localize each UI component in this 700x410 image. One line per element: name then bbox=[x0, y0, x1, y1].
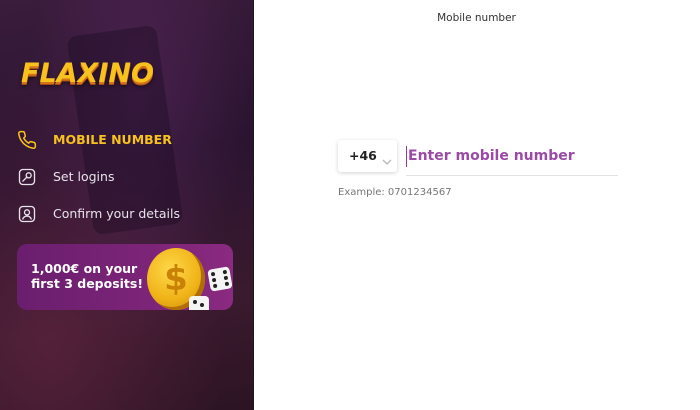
country-code-value: +46 bbox=[349, 148, 377, 163]
sidebar: FLAXINO MOBILE NUMBER Set logins Confirm… bbox=[0, 0, 253, 410]
step-set-logins: Set logins bbox=[17, 158, 180, 195]
dice-icon bbox=[207, 266, 233, 292]
example-hint: Example: 0701234567 bbox=[338, 187, 452, 198]
step-label: Set logins bbox=[53, 169, 115, 184]
dice-icon bbox=[189, 296, 209, 310]
page-title: Mobile number bbox=[437, 12, 516, 24]
phone-icon bbox=[17, 130, 37, 150]
step-confirm-details: Confirm your details bbox=[17, 195, 180, 232]
mobile-number-input[interactable] bbox=[408, 143, 613, 169]
step-mobile-number: MOBILE NUMBER bbox=[17, 121, 180, 158]
promo-text: 1,000€ on your first 3 deposits! bbox=[31, 261, 144, 291]
registration-steps: MOBILE NUMBER Set logins Confirm your de… bbox=[17, 121, 180, 232]
step-label: Confirm your details bbox=[53, 206, 180, 221]
text-cursor bbox=[406, 146, 407, 167]
step-label: MOBILE NUMBER bbox=[53, 132, 172, 147]
sidebar-divider bbox=[253, 0, 254, 410]
key-icon bbox=[17, 167, 37, 187]
chevron-down-icon bbox=[382, 151, 392, 170]
user-icon bbox=[17, 204, 37, 224]
promo-banner[interactable]: 1,000€ on your first 3 deposits! $ bbox=[17, 244, 233, 310]
brand-logo[interactable]: FLAXINO bbox=[21, 58, 154, 89]
mobile-number-field[interactable] bbox=[406, 143, 618, 176]
country-code-select[interactable]: +46 bbox=[338, 140, 397, 172]
